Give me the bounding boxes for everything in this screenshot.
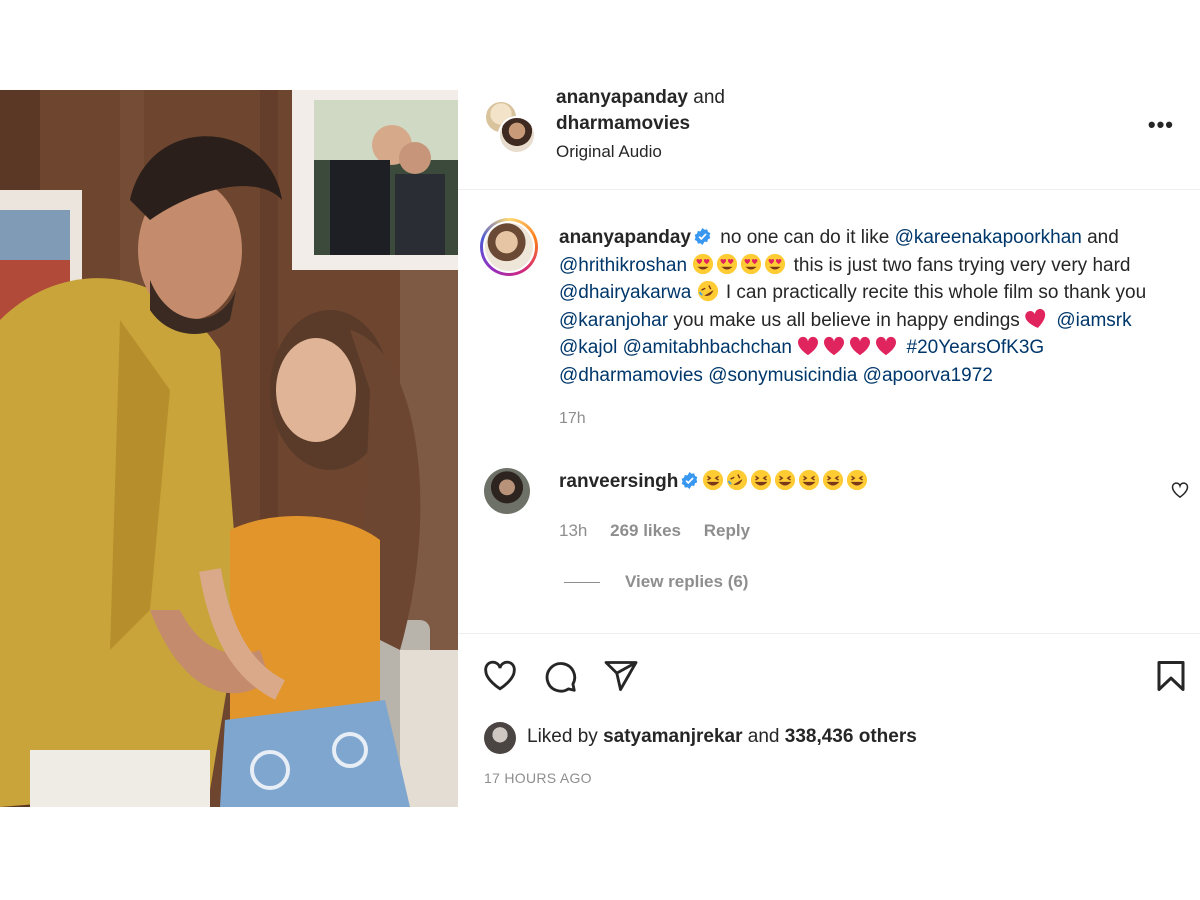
more-options-button[interactable]: ••• xyxy=(1148,112,1174,138)
caption-text-1: no one can do it like xyxy=(720,227,890,248)
caption-avatar[interactable] xyxy=(480,218,538,276)
heart-eyes-emoji-icon xyxy=(741,253,762,274)
mention-amitabhbachchan[interactable]: @amitabhbachchan xyxy=(623,337,792,358)
header-authors: ananyapanday and xyxy=(556,87,725,109)
verified-badge-icon xyxy=(682,472,698,489)
comment-text: ranveersingh xyxy=(559,469,870,493)
post-header: ananyapanday and dharmamovies Original A… xyxy=(458,87,1200,190)
mention-dharmamovies[interactable]: @dharmamovies xyxy=(559,365,703,386)
post-detail-panel: ananyapanday and dharmamovies Original A… xyxy=(458,87,1200,807)
liked-by-summary: Liked by satyamanjrekar and 338,436 othe… xyxy=(527,726,917,748)
red-heart-emoji-icon xyxy=(824,336,845,356)
red-heart-emoji-icon xyxy=(876,336,897,356)
audio-label[interactable]: Original Audio xyxy=(556,142,662,162)
comment-meta: 13h 269 likes Reply xyxy=(559,521,768,541)
comment-bubble-icon[interactable] xyxy=(542,658,578,694)
caption-timestamp[interactable]: 17h xyxy=(559,410,586,428)
red-heart-emoji-icon xyxy=(850,336,871,356)
replies-divider-line xyxy=(564,582,600,584)
caption-text-4: I can practically recite this whole film… xyxy=(725,282,1147,303)
collab-avatars[interactable] xyxy=(484,100,536,154)
grinning-squint-emoji-icon xyxy=(823,469,844,491)
post-actions-bar: Liked by satyamanjrekar and 338,436 othe… xyxy=(458,633,1200,807)
caption-text-3: this is just two fans trying very very h… xyxy=(793,254,1131,276)
liked-by-prefix: Liked by xyxy=(527,726,598,747)
like-heart-icon[interactable] xyxy=(482,658,518,694)
header-joiner: and xyxy=(693,87,725,108)
heart-eyes-emoji-icon xyxy=(765,253,786,274)
grinning-squint-emoji-icon xyxy=(751,469,772,491)
mention-dhairyakarwa[interactable]: @dhairyakarwa xyxy=(559,282,691,303)
rolling-laughing-emoji-icon xyxy=(697,280,718,302)
caption-text: ananyapanday no one can do it like @kare… xyxy=(559,224,1189,389)
grinning-squint-emoji-icon xyxy=(775,469,796,491)
view-replies-label: View replies (6) xyxy=(625,572,749,591)
mention-karanjohar[interactable]: @karanjohar xyxy=(559,310,668,331)
share-paper-plane-icon[interactable] xyxy=(603,658,639,694)
mention-iamsrk[interactable]: @iamsrk xyxy=(1056,310,1131,331)
mention-hrithikroshan[interactable]: @hrithikroshan xyxy=(559,255,687,276)
mention-kareenakapoorkhan[interactable]: @kareenakapoorkhan xyxy=(895,227,1082,248)
comment-username[interactable]: ranveersingh xyxy=(559,471,678,492)
grinning-squint-emoji-icon xyxy=(703,469,724,491)
hashtag-20yearsofk3g[interactable]: #20YearsOfK3G xyxy=(907,337,1045,358)
comment-timestamp[interactable]: 13h xyxy=(559,521,587,540)
view-replies-button[interactable]: View replies (6) xyxy=(564,572,748,592)
comment-like-heart-icon[interactable] xyxy=(1170,480,1190,500)
video-frame-illustration xyxy=(0,90,458,807)
mention-sonymusicindia[interactable]: @sonymusicindia xyxy=(708,365,857,386)
liked-by-avatar[interactable] xyxy=(484,722,516,754)
caption-username[interactable]: ananyapanday xyxy=(559,227,691,248)
liked-by-user[interactable]: satyamanjrekar xyxy=(603,726,742,747)
rolling-laughing-emoji-icon xyxy=(727,469,748,491)
comment-avatar[interactable] xyxy=(484,468,530,514)
liked-by-others[interactable]: 338,436 others xyxy=(785,726,917,747)
heart-eyes-emoji-icon xyxy=(717,253,738,274)
mention-kajol[interactable]: @kajol xyxy=(559,337,617,358)
caption-text-2: and xyxy=(1087,227,1119,248)
mention-apoorva1972[interactable]: @apoorva1972 xyxy=(863,365,993,386)
comment-likes-count[interactable]: 269 likes xyxy=(610,521,681,540)
grinning-squint-emoji-icon xyxy=(847,469,868,491)
verified-badge-icon xyxy=(694,228,711,245)
red-heart-emoji-icon xyxy=(798,336,819,356)
header-user-ananyapanday[interactable]: ananyapanday xyxy=(556,87,688,108)
grinning-squint-emoji-icon xyxy=(799,469,820,491)
red-heart-emoji-icon xyxy=(1025,308,1046,328)
post-age-timestamp[interactable]: 17 HOURS AGO xyxy=(484,770,592,786)
heart-eyes-emoji-icon xyxy=(693,253,714,274)
comment-reply-button[interactable]: Reply xyxy=(704,521,750,540)
post-media-video[interactable] xyxy=(0,90,458,807)
header-user-dharmamovies[interactable]: dharmamovies xyxy=(556,113,690,135)
avatar-ananyapanday[interactable] xyxy=(498,116,536,154)
caption-text-5: you make us all believe in happy endings xyxy=(673,309,1020,331)
liked-by-middle: and xyxy=(747,726,780,747)
save-bookmark-icon[interactable] xyxy=(1153,658,1189,694)
